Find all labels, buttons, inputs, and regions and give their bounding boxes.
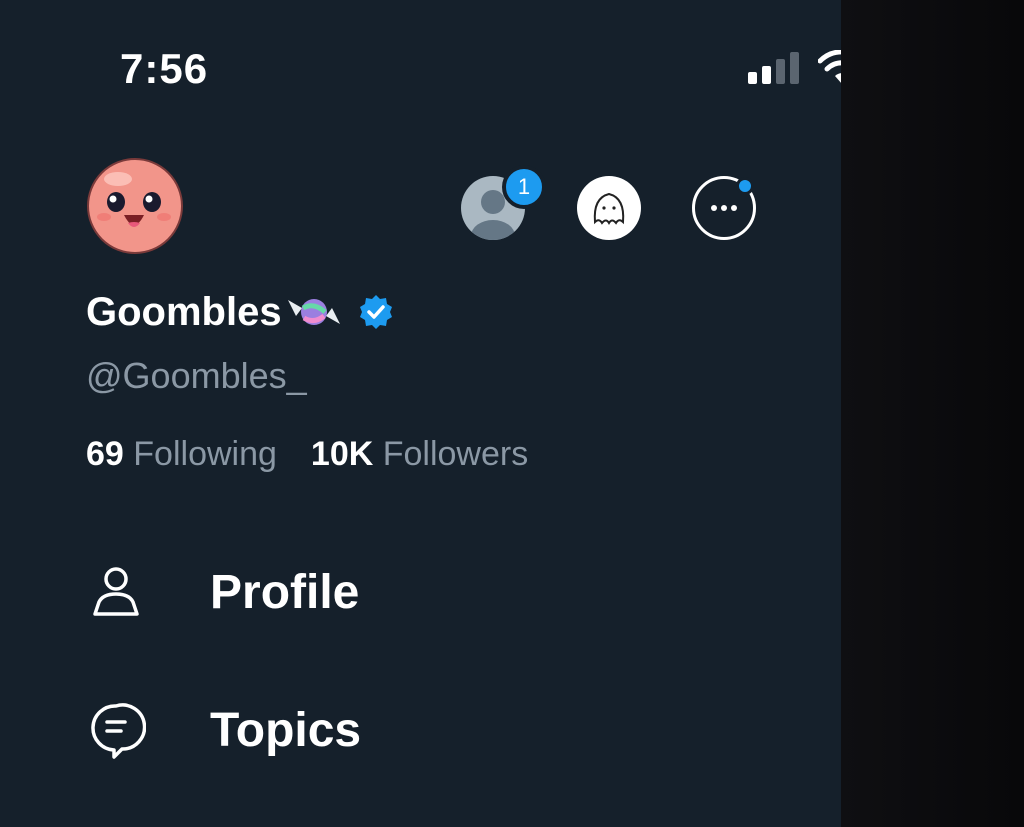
display-name[interactable]: Goombles bbox=[86, 288, 394, 336]
cellular-signal-icon bbox=[748, 52, 799, 84]
following-count: 69 bbox=[86, 435, 124, 473]
ghost-avatar-icon bbox=[593, 192, 625, 225]
followers-count: 10K bbox=[310, 435, 374, 473]
new-indicator-dot bbox=[736, 177, 754, 195]
menu-item-profile[interactable]: Profile bbox=[86, 552, 359, 632]
followers-link[interactable]: 10K Followers bbox=[311, 435, 528, 473]
notification-badge: 1 bbox=[502, 165, 546, 209]
verified-badge-icon bbox=[359, 295, 392, 329]
candy-emoji-icon bbox=[287, 299, 340, 325]
menu-label-topics: Topics bbox=[210, 703, 362, 757]
topics-icon bbox=[91, 703, 146, 759]
user-handle: @Goombles_ bbox=[86, 355, 307, 396]
display-name-text: Goombles bbox=[86, 290, 282, 334]
person-icon bbox=[93, 567, 139, 616]
menu-item-topics[interactable]: Topics bbox=[86, 690, 361, 770]
account-switch-ghost[interactable] bbox=[577, 176, 641, 240]
side-drawer: 7:56 1 Goombles @Goombles_ 69 Following … bbox=[0, 0, 955, 827]
follow-stats: 69 Following 10K Followers bbox=[86, 432, 528, 476]
status-time: 7:56 bbox=[120, 45, 209, 92]
followers-label: Followers bbox=[382, 435, 529, 473]
following-label: Following bbox=[133, 435, 277, 473]
profile-avatar[interactable] bbox=[86, 157, 184, 255]
menu-label-profile: Profile bbox=[210, 565, 360, 619]
drawer-overlay[interactable] bbox=[841, 0, 1024, 827]
following-link[interactable]: 69 Following bbox=[86, 435, 277, 473]
